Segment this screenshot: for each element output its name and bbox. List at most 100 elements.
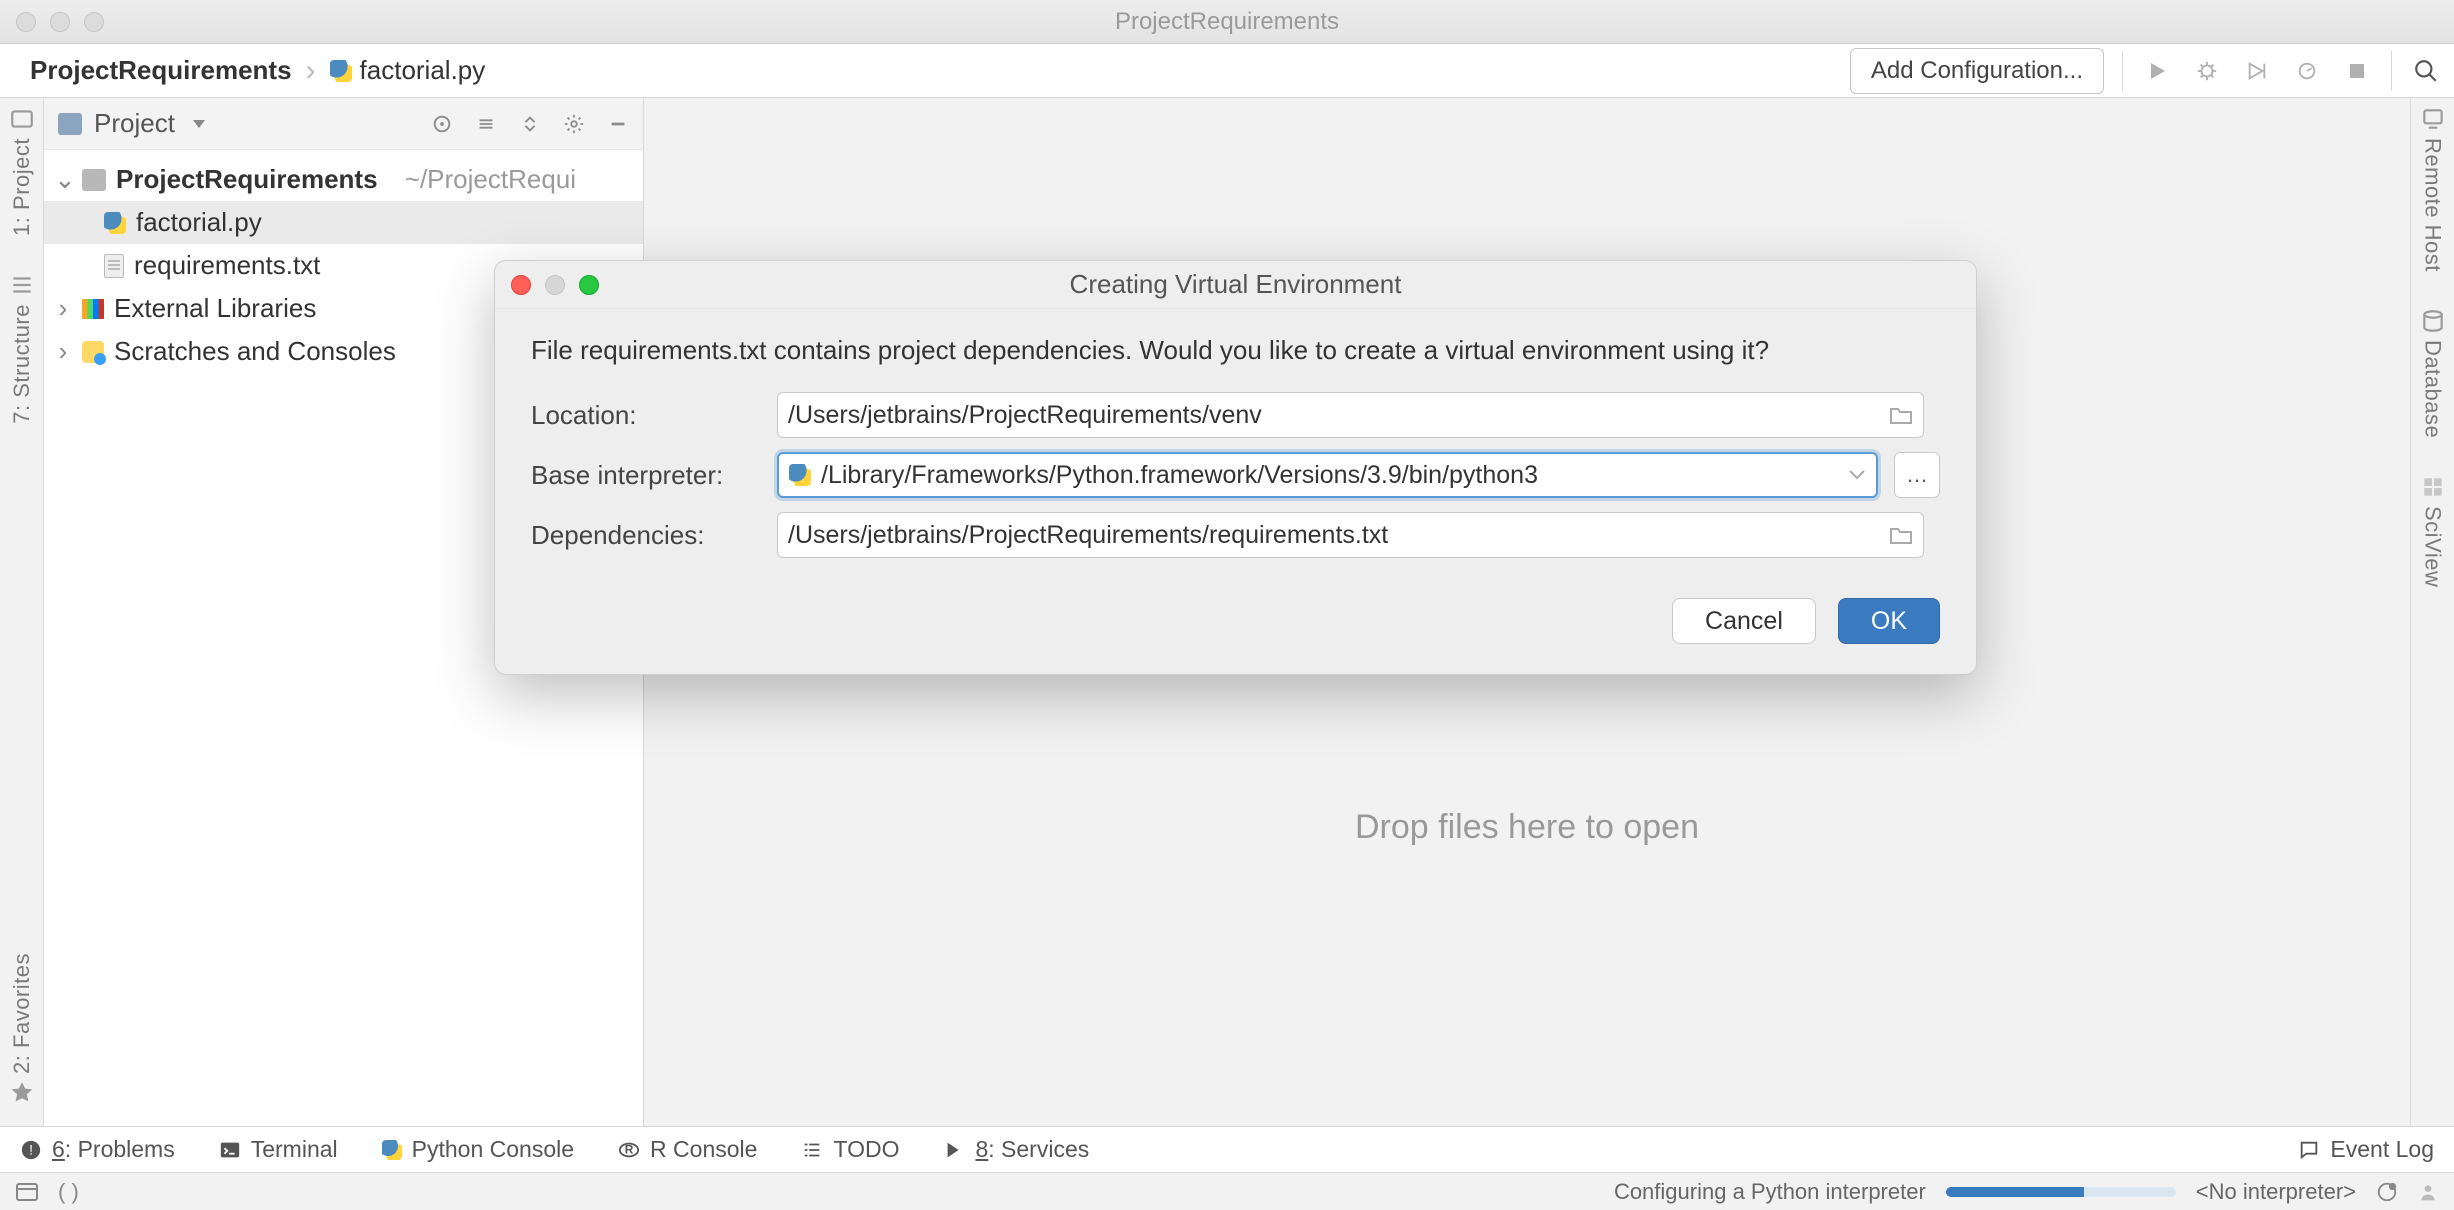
structure-tool-icon [9,272,35,298]
bottom-tool-rail: ! 6: Problems Terminal Python Console R … [0,1126,2454,1172]
project-view-icon [58,113,82,135]
rail-remote-tab[interactable]: Remote Host [2420,106,2446,272]
window-title: ProjectRequirements [0,8,2454,36]
services-label: 8: Services [975,1136,1089,1163]
r-console-tab[interactable]: R R Console [618,1136,757,1163]
profile-icon[interactable] [2291,55,2323,87]
r-console-label: R Console [650,1136,757,1163]
editor-drop-hint: Drop files here to open [644,808,2410,847]
interpreter-value: /Library/Frameworks/Python.framework/Ver… [821,461,1538,490]
library-icon [82,299,104,319]
python-console-label: Python Console [412,1136,574,1163]
chevron-down-icon [193,120,205,128]
project-view-header: Project [44,98,643,150]
interpreter-indicator[interactable]: <No interpreter> [2196,1179,2356,1205]
add-configuration-button[interactable]: Add Configuration... [1850,48,2104,94]
remote-host-icon [2420,106,2446,132]
left-tool-rail: 1: Project 7: Structure 2: Favorites [0,98,44,1126]
create-venv-dialog: Creating Virtual Environment File requir… [494,260,1977,675]
interpreter-label: Base interpreter: [531,460,761,491]
hide-icon[interactable] [607,113,629,135]
python-console-tab[interactable]: Python Console [382,1136,574,1163]
collapse-all-icon[interactable] [519,113,541,135]
python-file-icon [104,212,126,234]
chat-bubble-icon [2298,1139,2320,1161]
scratch-icon [82,341,104,363]
python-icon [382,1140,402,1160]
run-icon[interactable] [2141,55,2173,87]
dependencies-row: Dependencies: /Users/jetbrains/ProjectRe… [531,512,1940,558]
rail-sciview-tab[interactable]: SciView [2420,474,2446,587]
location-label: Location: [531,400,761,431]
twistie-open-icon[interactable]: ⌄ [54,164,72,195]
browse-folder-icon[interactable] [1889,405,1913,425]
terminal-tab[interactable]: Terminal [219,1136,338,1163]
rail-database-tab[interactable]: Database [2420,308,2446,438]
problems-tab[interactable]: ! 6: Problems [20,1136,175,1163]
dependencies-input[interactable]: /Users/jetbrains/ProjectRequirements/req… [777,512,1924,558]
status-bar: ( ) Configuring a Python interpreter <No… [0,1172,2454,1210]
ok-button[interactable]: OK [1838,598,1940,644]
todo-tab[interactable]: TODO [801,1136,899,1163]
svg-text:!: ! [29,1142,33,1157]
cancel-button[interactable]: Cancel [1672,598,1816,644]
search-icon[interactable] [2410,55,2442,87]
expand-all-icon[interactable] [475,113,497,135]
tree-file-label: factorial.py [136,207,262,238]
browse-folder-icon[interactable] [1889,525,1913,545]
git-branch-indicator[interactable]: ( ) [58,1179,79,1205]
project-view-selector[interactable]: Project [94,108,175,139]
folder-icon [82,169,106,191]
locate-icon[interactable] [431,113,453,135]
python-file-icon [330,60,352,82]
status-progress-label: Configuring a Python interpreter [1614,1179,1926,1205]
status-progress-bar[interactable] [1946,1187,2176,1197]
memory-indicator-icon[interactable] [2418,1182,2438,1202]
breadcrumb-file[interactable]: factorial.py [360,55,486,86]
gear-icon[interactable] [563,113,585,135]
separator [2122,51,2123,91]
rail-structure-label: 7: Structure [9,304,35,424]
location-input[interactable]: /Users/jetbrains/ProjectRequirements/ven… [777,392,1924,438]
todo-icon [801,1139,823,1161]
coverage-icon[interactable] [2241,55,2273,87]
rail-favorites-tab[interactable]: 2: Favorites [9,953,35,1106]
event-log-label: Event Log [2330,1136,2434,1163]
sciview-icon [2420,474,2446,500]
twistie-closed-icon[interactable]: › [54,336,72,367]
warning-icon: ! [20,1139,42,1161]
window-titlebar: ProjectRequirements [0,0,2454,44]
tree-file-item[interactable]: factorial.py [44,201,643,244]
interpreter-combobox[interactable]: /Library/Frameworks/Python.framework/Ver… [777,452,1878,498]
stop-icon[interactable] [2341,55,2373,87]
services-icon [943,1139,965,1161]
database-icon [2420,308,2446,334]
problems-label: 6: Problems [52,1136,175,1163]
separator [2391,51,2392,91]
rail-project-tab[interactable]: 1: Project [9,106,35,236]
services-tab[interactable]: 8: Services [943,1136,1089,1163]
rail-structure-tab[interactable]: 7: Structure [9,272,35,424]
dependencies-label: Dependencies: [531,520,761,551]
nav-toolbar: ProjectRequirements › factorial.py Add C… [0,44,2454,98]
interpreter-browse-button[interactable]: … [1894,452,1940,498]
tree-external-label: External Libraries [114,293,316,324]
dialog-message: File requirements.txt contains project d… [531,335,1940,366]
chevron-down-icon[interactable] [1848,469,1866,481]
tool-windows-icon[interactable] [16,1183,38,1201]
debug-icon[interactable] [2191,55,2223,87]
breadcrumb: ProjectRequirements › factorial.py [30,54,485,88]
breadcrumb-project[interactable]: ProjectRequirements [30,55,292,86]
rail-remote-label: Remote Host [2420,138,2446,272]
tree-file-label: requirements.txt [134,250,320,281]
rail-favorites-label: 2: Favorites [9,953,35,1074]
ide-updates-icon[interactable] [2376,1181,2398,1203]
svg-text:R: R [625,1142,634,1156]
twistie-closed-icon[interactable]: › [54,293,72,324]
star-icon [9,1080,35,1106]
event-log-tab[interactable]: Event Log [2298,1136,2434,1163]
location-row: Location: /Users/jetbrains/ProjectRequir… [531,392,1940,438]
project-tool-icon [9,106,35,132]
tree-root[interactable]: ⌄ ProjectRequirements ~/ProjectRequi [44,158,643,201]
rail-project-label: 1: Project [9,138,35,236]
